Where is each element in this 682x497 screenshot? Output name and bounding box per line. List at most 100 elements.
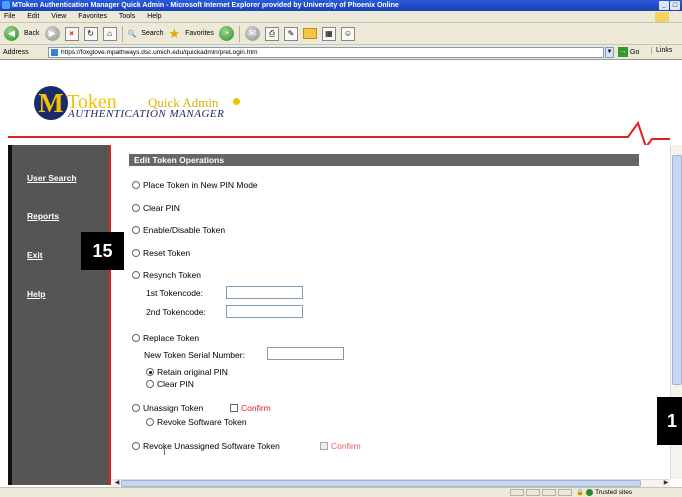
go-label: Go <box>630 48 640 56</box>
folder-icon[interactable] <box>302 28 317 39</box>
menu-bar: File Edit View Favorites Tools Help <box>0 11 682 23</box>
minimize-button[interactable]: _ <box>659 1 669 10</box>
favorites-button-label[interactable]: Favorites <box>185 30 214 37</box>
option-retain-pin[interactable]: Retain original PIN <box>146 367 228 377</box>
window-controls: _ □ <box>659 1 680 10</box>
option-resynch-token[interactable]: Resynch Token <box>132 270 201 280</box>
option-clear-pin[interactable]: Clear PIN <box>132 203 180 213</box>
address-label: Address <box>3 48 29 56</box>
sidebar-item-user-search[interactable]: User Search <box>27 173 77 183</box>
confirm-label: Confirm <box>331 441 361 451</box>
zone-label: Trusted sites <box>595 489 633 496</box>
header-pulse-line <box>8 120 670 145</box>
links-button[interactable]: Links <box>651 47 672 54</box>
menu-favorites[interactable]: Favorites <box>78 13 107 20</box>
go-button[interactable]: → Go <box>618 47 639 57</box>
radio-reset-token[interactable] <box>132 249 140 257</box>
option-label: Place Token in New PIN Mode <box>143 180 258 190</box>
option-replace-clear-pin[interactable]: Clear PIN <box>146 379 194 389</box>
option-label: Clear PIN <box>157 379 194 389</box>
sidebar: User Search Reports Exit Help <box>8 145 111 485</box>
scroll-right-icon[interactable]: ▶ <box>662 480 670 487</box>
radio-revoke-software[interactable] <box>146 418 154 426</box>
status-cell <box>542 489 556 496</box>
forward-arrow-icon[interactable]: ▶ <box>44 26 60 41</box>
refresh-icon[interactable]: ↻ <box>83 26 98 41</box>
menu-tools[interactable]: Tools <box>119 13 135 20</box>
lock-icon: 🔒 <box>576 489 585 496</box>
print-icon[interactable]: ⎙ <box>264 26 279 41</box>
option-enable-disable[interactable]: Enable/Disable Token <box>132 225 225 235</box>
second-tokencode-input[interactable] <box>226 305 303 318</box>
text-cursor-icon: I <box>163 447 166 458</box>
page-header: M Token Quick Admin AUTHENTICATION MANAG… <box>0 61 670 145</box>
sidebar-item-help[interactable]: Help <box>27 289 45 299</box>
security-zone: 🔒 Trusted sites <box>576 488 632 497</box>
section-title: Edit Token Operations <box>129 154 639 166</box>
vertical-scroll-thumb[interactable] <box>672 155 682 385</box>
back-arrow-icon[interactable]: ◀ <box>4 26 19 41</box>
option-label: Revoke Software Token <box>157 417 247 427</box>
address-dropdown-icon[interactable]: ▼ <box>605 47 614 58</box>
option-unassign-token[interactable]: Unassign Token <box>132 403 203 413</box>
sidebar-item-reports[interactable]: Reports <box>27 211 59 221</box>
edit-token-panel: Edit Token Operations Place Token in New… <box>113 145 665 479</box>
radio-enable-disable[interactable] <box>132 226 140 234</box>
option-revoke-software[interactable]: Revoke Software Token <box>146 417 247 427</box>
option-place-new-pin[interactable]: Place Token in New PIN Mode <box>132 180 258 190</box>
radio-revoke-unassigned[interactable] <box>132 442 140 450</box>
status-cell <box>526 489 540 496</box>
menu-help[interactable]: Help <box>147 13 161 20</box>
windows-logo-icon <box>655 12 669 22</box>
second-tokencode-label: 2nd Tokencode: <box>146 307 206 317</box>
radio-resynch-token[interactable] <box>132 271 140 279</box>
option-revoke-unassigned[interactable]: Revoke Unassigned Software Token <box>132 441 280 451</box>
research-icon[interactable]: ▦ <box>321 26 336 41</box>
checkbox-revoke-confirm[interactable] <box>320 442 328 450</box>
status-cell <box>510 489 524 496</box>
radio-retain-pin[interactable] <box>146 368 154 376</box>
toolbar-separator <box>238 25 240 42</box>
menu-edit[interactable]: Edit <box>27 13 39 20</box>
horizontal-scrollbar[interactable]: ◀ ▶ <box>113 479 670 487</box>
page-icon <box>51 49 58 56</box>
option-label: Replace Token <box>143 333 200 343</box>
option-label: Clear PIN <box>143 203 180 213</box>
address-input[interactable]: https://foxglove.mpathways.dsc.umich.edu… <box>48 47 604 58</box>
go-arrow-icon: → <box>618 47 628 57</box>
option-reset-token[interactable]: Reset Token <box>132 248 190 258</box>
messenger-icon[interactable]: ☺ <box>340 26 355 41</box>
first-tokencode-input[interactable] <box>226 286 303 299</box>
menu-view[interactable]: View <box>51 13 66 20</box>
window-title: MToken Authentication Manager Quick Admi… <box>12 2 399 9</box>
sidebar-item-exit[interactable]: Exit <box>27 250 43 260</box>
edit-page-icon[interactable]: ✎ <box>283 26 298 41</box>
step-callout: 15 <box>81 232 124 270</box>
mail-icon[interactable]: ✉ <box>244 26 260 41</box>
scroll-left-icon[interactable]: ◀ <box>113 480 121 487</box>
horizontal-scroll-thumb[interactable] <box>121 480 641 487</box>
radio-unassign-token[interactable] <box>132 404 140 412</box>
search-icon[interactable]: 🔍 <box>128 30 137 38</box>
first-tokencode-label: 1st Tokencode: <box>146 288 204 298</box>
radio-replace-token[interactable] <box>132 334 140 342</box>
unassign-confirm[interactable]: Confirm <box>230 403 271 413</box>
ie-icon <box>2 1 10 9</box>
home-icon[interactable]: ⌂ <box>102 26 117 41</box>
menu-file[interactable]: File <box>4 13 15 20</box>
back-button-label[interactable]: Back <box>24 30 40 37</box>
maximize-button[interactable]: □ <box>670 1 680 10</box>
status-bar: 🔒 Trusted sites <box>0 487 682 497</box>
new-serial-input[interactable] <box>267 347 344 360</box>
history-icon[interactable]: ◔ <box>218 26 234 41</box>
favorites-star-icon[interactable]: ★ <box>168 26 180 41</box>
address-bar: Address https://foxglove.mpathways.dsc.u… <box>0 45 682 60</box>
option-replace-token[interactable]: Replace Token <box>132 333 199 343</box>
stop-icon[interactable]: × <box>64 26 79 41</box>
radio-clear-pin[interactable] <box>132 204 140 212</box>
search-button-label[interactable]: Search <box>141 30 163 37</box>
checkbox-unassign-confirm[interactable] <box>230 404 238 412</box>
radio-place-new-pin[interactable] <box>132 181 140 189</box>
revoke-confirm[interactable]: Confirm <box>320 441 361 451</box>
radio-replace-clear-pin[interactable] <box>146 380 154 388</box>
